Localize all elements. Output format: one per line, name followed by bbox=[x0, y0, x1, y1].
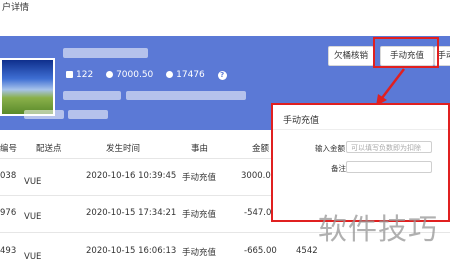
row-dept: VUE bbox=[24, 177, 42, 187]
manual-recharge-dialog: 手动充值 输入金额 可以填写负数即为扣除 备注 bbox=[271, 103, 450, 222]
row-balance: 4542 bbox=[296, 246, 318, 256]
row-dept: VUE bbox=[24, 212, 42, 222]
row-id: 976 bbox=[0, 208, 17, 218]
row-time: 2020-10-16 10:39:45 bbox=[86, 171, 177, 181]
col-dept: 配送点 bbox=[36, 144, 62, 154]
row-reason: 手动充值 bbox=[182, 248, 217, 258]
row-id: 493 bbox=[0, 246, 17, 256]
amount-label: 输入金额 bbox=[315, 144, 345, 153]
row-reason: 手动充值 bbox=[182, 210, 217, 220]
note-input[interactable] bbox=[346, 161, 432, 173]
note-label: 备注 bbox=[331, 164, 346, 173]
col-id: 编号 bbox=[0, 144, 18, 154]
watermark-text: 软件技巧 bbox=[318, 212, 439, 246]
row-dept: VUE bbox=[24, 252, 42, 262]
row-amount: -665.00 bbox=[244, 246, 277, 256]
col-reason: 事由 bbox=[191, 144, 209, 154]
row-reason: 手动充值 bbox=[182, 173, 217, 183]
col-amount: 金额 bbox=[252, 144, 270, 154]
row-time: 2020-10-15 16:06:13 bbox=[86, 246, 177, 256]
row-time: 2020-10-15 17:34:21 bbox=[86, 208, 177, 218]
row-id: 038 bbox=[0, 171, 17, 181]
dialog-title: 手动充值 bbox=[283, 116, 320, 126]
amount-input[interactable]: 可以填写负数即为扣除 bbox=[346, 141, 432, 153]
col-time: 发生时间 bbox=[106, 144, 141, 154]
dialog-divider bbox=[273, 129, 448, 130]
